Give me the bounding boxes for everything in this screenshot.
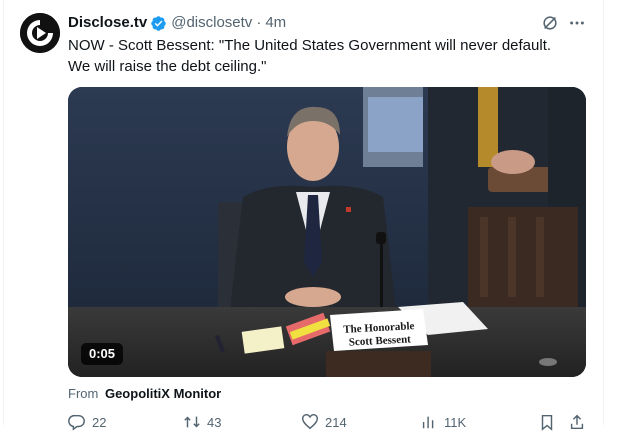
views-icon	[422, 416, 434, 429]
bookmark-button[interactable]	[538, 412, 556, 432]
repost-count: 43	[207, 414, 222, 430]
share-button[interactable]	[568, 412, 586, 432]
reply-button[interactable]: 22	[68, 412, 106, 432]
source-line: From GeopolitiX Monitor	[68, 385, 221, 403]
bookmark-icon	[541, 414, 553, 431]
divider-left	[3, 0, 4, 425]
source-link[interactable]: GeopolitiX Monitor	[105, 386, 221, 401]
repost-button[interactable]: 43	[183, 412, 221, 432]
video-player[interactable]: The Honorable Scott Bessent 0:05	[68, 87, 586, 377]
header-separator: ·	[256, 14, 262, 31]
source-prefix: From	[68, 386, 99, 401]
divider-right	[603, 0, 604, 425]
like-button[interactable]: 214	[301, 412, 347, 432]
heart-icon	[302, 414, 318, 430]
author-handle[interactable]: @disclosetv	[171, 13, 252, 33]
more-options-button[interactable]	[566, 13, 588, 33]
verified-badge-icon	[151, 15, 166, 31]
avatar[interactable]	[20, 13, 60, 53]
video-duration-badge: 0:05	[81, 343, 124, 365]
tweet-card[interactable]: Disclose.tv @disclosetv · 4m NOW - Scott…	[0, 0, 620, 431]
tweet-text: NOW - Scott Bessent: "The United States …	[68, 37, 552, 75]
author-name[interactable]: Disclose.tv	[68, 13, 147, 33]
grok-icon	[543, 16, 557, 30]
tweet-header: Disclose.tv @disclosetv · 4m	[68, 13, 590, 33]
share-icon	[570, 414, 584, 430]
views-button[interactable]: 11K	[420, 412, 466, 432]
video-frame: The Honorable Scott Bessent	[68, 87, 586, 377]
like-count: 214	[325, 414, 347, 430]
action-bar: 22 43 214 11K	[68, 412, 588, 432]
more-icon	[570, 21, 584, 25]
views-count: 11K	[444, 414, 467, 430]
repost-icon	[184, 416, 200, 428]
post-time[interactable]: 4m	[265, 13, 286, 33]
reply-icon	[68, 414, 85, 431]
grok-button[interactable]	[540, 13, 560, 33]
reply-count: 22	[92, 414, 107, 430]
disclose-tv-logo-icon	[20, 13, 60, 53]
